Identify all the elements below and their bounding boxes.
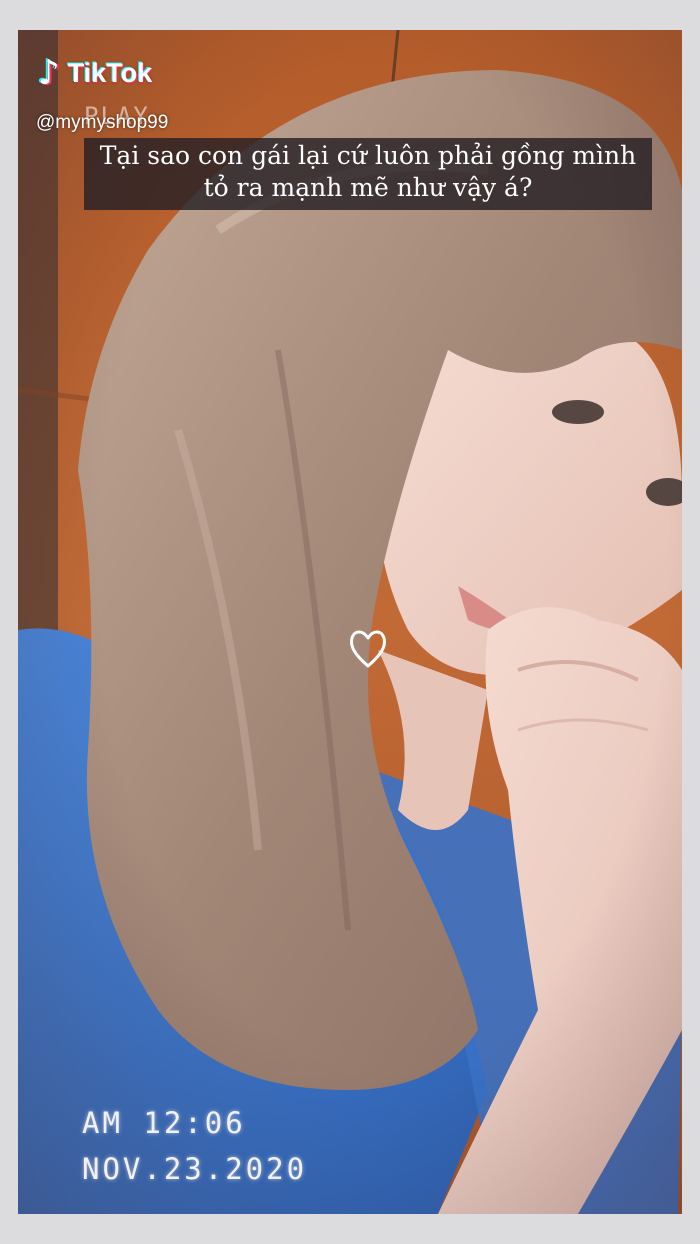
- tiktok-logo-icon: ♪: [38, 53, 60, 93]
- caption-box: Tại sao con gái lại cứ luôn phải gồng mì…: [84, 138, 652, 210]
- tiktok-watermark: ♪ TikTok: [38, 56, 152, 90]
- user-handle: @mymyshop99: [36, 112, 169, 133]
- timestamp-date: NOV.23.2020: [82, 1152, 308, 1186]
- tiktok-wordmark: TikTok: [67, 57, 153, 88]
- timestamp-time: AM 12:06: [82, 1106, 246, 1140]
- caption-line-1: Tại sao con gái lại cứ luôn phải gồng mì…: [99, 141, 637, 170]
- heart-outline-icon: [350, 630, 386, 668]
- video-frame[interactable]: PLAY ♪ TikTok @mymyshop99 Tại sao con gá…: [18, 30, 682, 1214]
- caption-line-2: tỏ ra mạnh mẽ như vậy á?: [203, 173, 533, 202]
